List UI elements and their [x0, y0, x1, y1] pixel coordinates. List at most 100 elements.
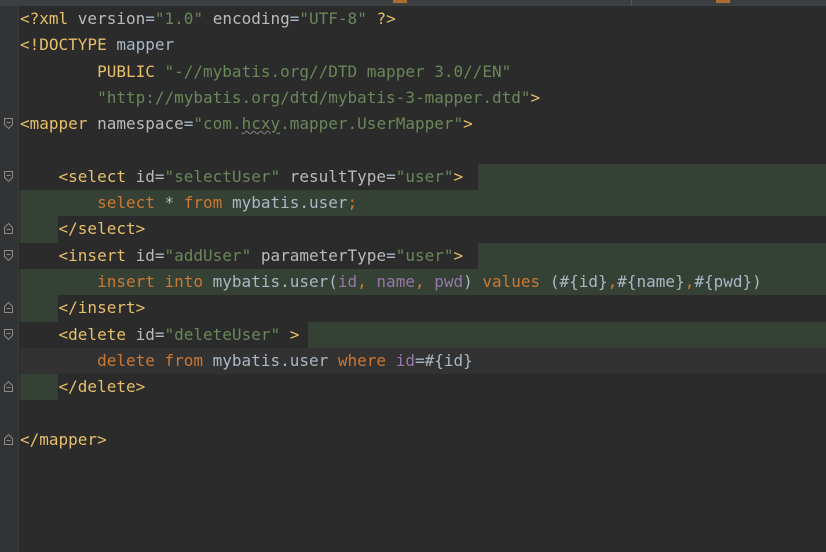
code-token: values: [482, 271, 550, 291]
code-text: insert into mybatis.user(id, name, pwd) …: [20, 271, 762, 293]
code-line-11[interactable]: insert into mybatis.user(id, name, pwd) …: [0, 268, 826, 296]
fold-close-icon[interactable]: [4, 381, 13, 393]
code-token: id: [395, 350, 415, 370]
code-line-16[interactable]: [0, 400, 826, 426]
code-line-3[interactable]: PUBLIC "-//mybatis.org//DTD mapper 3.0//…: [0, 59, 826, 85]
code-token: =: [154, 166, 165, 186]
code-text: </insert>: [20, 297, 146, 319]
code-token: insert into: [97, 271, 213, 291]
code-line-9[interactable]: </select>: [0, 216, 826, 243]
code-token: ,: [357, 271, 377, 291]
code-token: </delete>: [58, 377, 146, 397]
fold-open-icon[interactable]: [4, 170, 13, 182]
code-token: mapper: [116, 35, 175, 55]
code-token: delete from: [97, 350, 213, 370]
code-line-7[interactable]: <select id="selectUser" resultType="user…: [0, 163, 826, 191]
code-token: ,: [414, 271, 435, 291]
code-token: =: [154, 324, 165, 344]
code-line-2[interactable]: <!DOCTYPE mapper: [0, 32, 826, 58]
code-token: <?xml: [20, 9, 78, 28]
code-line-1[interactable]: <?xml version="1.0" encoding="UTF-8" ?>: [0, 6, 826, 32]
code-token: ,: [684, 271, 695, 291]
code-token: "user": [395, 245, 454, 265]
code-token: *: [164, 193, 184, 213]
code-token: (#{id}: [549, 271, 608, 291]
code-line-5[interactable]: <mapper namespace="com.hcxy.mapper.UserM…: [0, 111, 826, 137]
code-text: <select id="selectUser" resultType="user…: [20, 166, 464, 188]
fold-close-icon[interactable]: [4, 302, 13, 314]
fold-open-icon[interactable]: [4, 118, 13, 130]
code-editor[interactable]: <?xml version="1.0" encoding="UTF-8" ?> <…: [0, 6, 826, 453]
code-token: =#{id}: [414, 350, 473, 370]
code-text: <delete id="deleteUser" >: [20, 324, 300, 346]
code-line-14[interactable]: delete from mybatis.user where id=#{id}: [0, 347, 826, 375]
code-token: namespace: [97, 114, 184, 134]
code-token: "user": [395, 166, 454, 186]
code-token: from: [183, 193, 232, 213]
code-token: select: [97, 193, 165, 213]
code-token: ): [463, 271, 483, 291]
code-line-6[interactable]: [0, 137, 826, 163]
code-token: >: [453, 245, 464, 265]
code-token: =: [154, 245, 165, 265]
code-line-8[interactable]: select * from mybatis.user;: [0, 190, 826, 217]
line-highlight: [478, 242, 826, 269]
code-token: parameterType: [260, 245, 387, 265]
code-token: #{name}: [617, 271, 685, 291]
code-token: =: [183, 114, 194, 134]
code-token: =: [145, 9, 155, 28]
code-token: </insert>: [58, 298, 146, 318]
code-token: pwd: [434, 271, 464, 291]
code-token: "deleteUser": [164, 324, 281, 344]
code-token: id: [135, 324, 155, 344]
code-line-10[interactable]: <insert id="addUser" parameterType="user…: [0, 242, 826, 269]
code-token: >: [530, 87, 541, 107]
code-line-15[interactable]: </delete>: [0, 374, 826, 401]
code-text: </select>: [20, 218, 146, 240]
code-text: PUBLIC "-//mybatis.org//DTD mapper 3.0//…: [20, 61, 511, 83]
code-token: name: [376, 271, 415, 291]
code-token: >: [289, 324, 300, 344]
code-token: <delete: [58, 324, 136, 344]
code-token: >: [453, 166, 464, 186]
fold-close-icon[interactable]: [4, 223, 13, 235]
code-token: "addUser": [164, 245, 252, 265]
code-token: "http://mybatis.org/dtd/mybatis-3-mapper…: [97, 87, 531, 107]
code-token: mybatis.user: [231, 193, 348, 213]
code-token: ,: [607, 271, 618, 291]
code-token: resultType: [289, 166, 387, 186]
code-line-12[interactable]: </insert>: [0, 295, 826, 322]
tab-marker-right: [716, 0, 730, 3]
code-line-4[interactable]: "http://mybatis.org/dtd/mybatis-3-mapper…: [0, 85, 826, 111]
code-token: =: [386, 166, 396, 186]
code-token: id: [337, 271, 358, 291]
code-line-17[interactable]: </mapper>: [0, 427, 826, 453]
code-text: </delete>: [20, 376, 146, 398]
code-token: >: [463, 114, 473, 134]
code-token: #{pwd}): [694, 271, 762, 291]
fold-close-icon[interactable]: [4, 433, 13, 445]
code-token: </select>: [58, 219, 146, 239]
fold-open-icon[interactable]: [4, 249, 13, 261]
code-token: "com.: [193, 114, 242, 134]
code-token: id: [135, 245, 155, 265]
code-token: PUBLIC: [97, 61, 165, 81]
fold-open-icon[interactable]: [4, 328, 13, 340]
code-token: id: [135, 166, 155, 186]
code-token: where: [337, 350, 396, 370]
code-line-13[interactable]: <delete id="deleteUser" >: [0, 321, 826, 348]
line-highlight: [478, 163, 826, 191]
code-text: select * from mybatis.user;: [20, 192, 357, 214]
code-token: =: [386, 245, 396, 265]
